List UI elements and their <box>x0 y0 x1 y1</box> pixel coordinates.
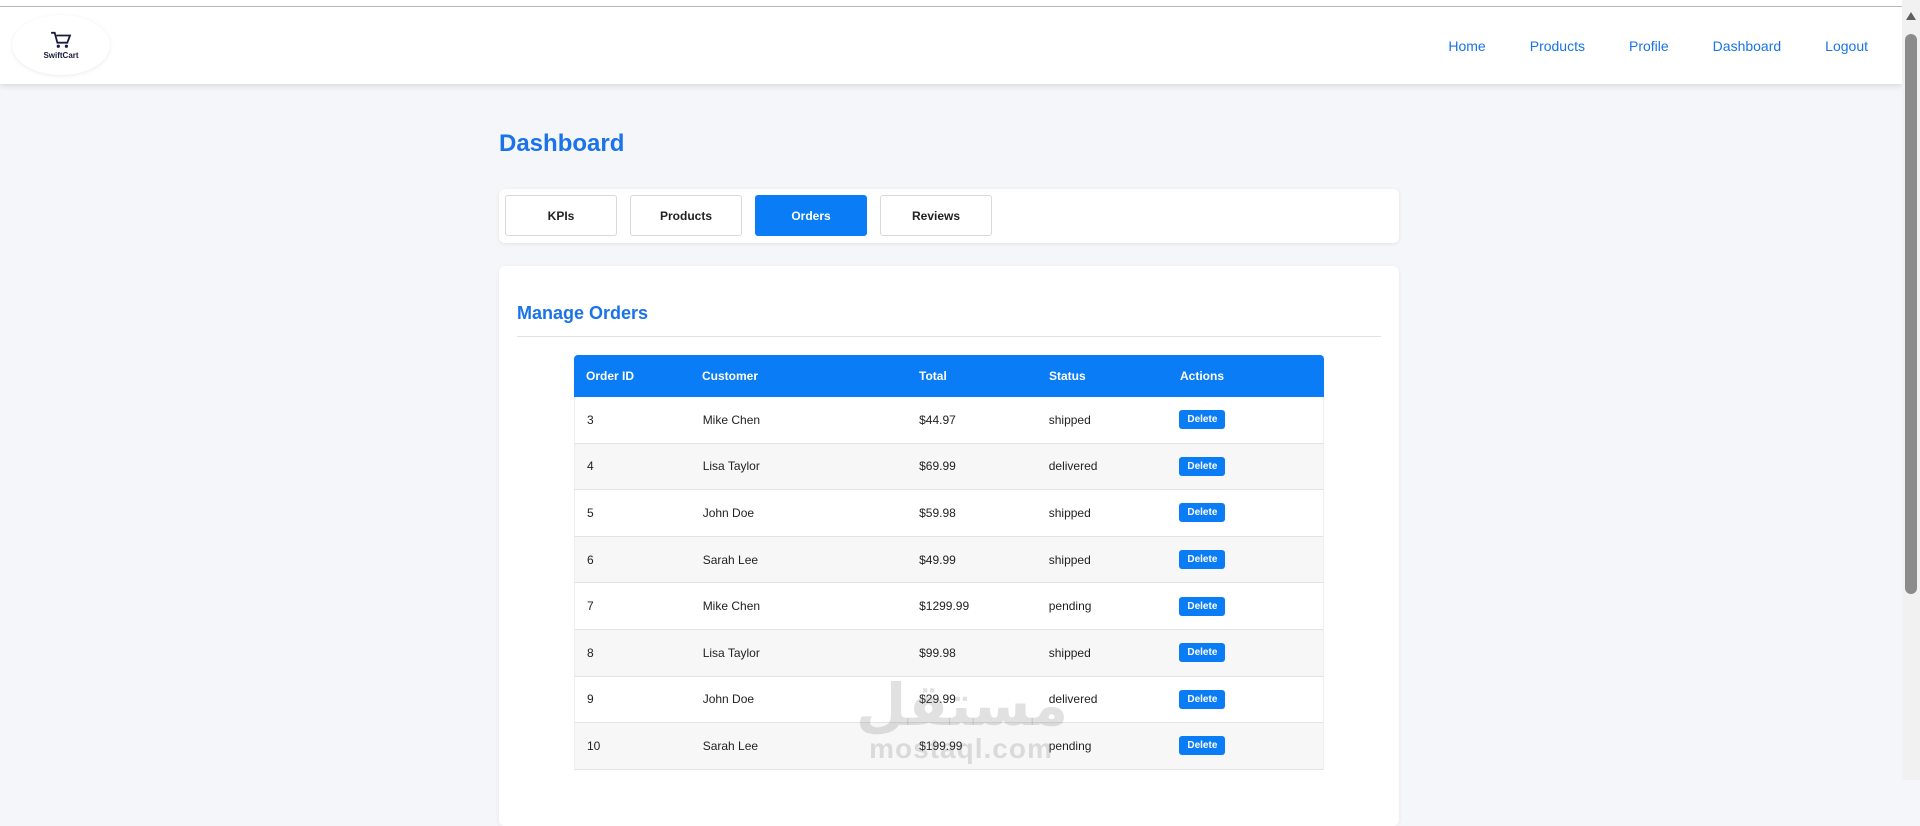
cell-total: $44.97 <box>919 412 956 427</box>
table-row: 5 John Doe $59.98 shipped Delete <box>574 490 1324 537</box>
cell-actions: Delete <box>1179 456 1323 476</box>
cell-total: $1299.99 <box>919 599 970 614</box>
delete-button[interactable]: Delete <box>1179 410 1226 430</box>
cell-status: delivered <box>1048 692 1098 707</box>
cell-actions: Delete <box>1179 503 1323 523</box>
cell-actions: Delete <box>1179 689 1323 709</box>
cell-total: $49.99 <box>919 552 956 567</box>
cell-total: $59.98 <box>919 505 956 520</box>
cell-order-id: 8 <box>587 645 594 660</box>
cell-actions: Delete <box>1179 643 1323 663</box>
delete-button[interactable]: Delete <box>1179 456 1226 476</box>
cell-status: delivered <box>1048 459 1098 474</box>
table-row: 4 Lisa Taylor $69.99 delivered Delete <box>574 443 1324 491</box>
delete-button[interactable]: Delete <box>1179 643 1226 663</box>
nav-link-products[interactable]: Products <box>1530 38 1585 54</box>
cell-customer: John Doe <box>702 505 755 520</box>
delete-button[interactable]: Delete <box>1179 503 1226 523</box>
table-row: 3 Mike Chen $44.97 shipped Delete <box>574 397 1324 444</box>
table-row: 7 Mike Chen $1299.99 pending Delete <box>574 583 1324 630</box>
tab-reviews[interactable]: Reviews <box>880 195 992 236</box>
cell-order-id: 6 <box>587 552 594 567</box>
table-row: 8 Lisa Taylor $99.98 shipped Delete <box>574 629 1324 677</box>
cell-order-id: 4 <box>587 459 594 474</box>
delete-button[interactable]: Delete <box>1179 596 1226 616</box>
cell-total: $29.99 <box>919 692 956 707</box>
delete-button[interactable]: Delete <box>1179 550 1226 570</box>
cell-order-id: 5 <box>587 505 594 520</box>
cell-customer: Mike Chen <box>702 412 761 427</box>
nav-links: Home Products Profile Dashboard Logout <box>1404 7 1868 84</box>
page-scrollbar[interactable] <box>1902 0 1920 780</box>
brand-logo[interactable]: SwiftCart <box>12 15 110 75</box>
cell-actions: Delete <box>1179 736 1323 756</box>
table-row: 6 Sarah Lee $49.99 shipped Delete <box>574 536 1324 584</box>
tab-orders[interactable]: Orders <box>755 195 867 236</box>
cell-customer: Lisa Taylor <box>702 645 760 660</box>
nav-link-home[interactable]: Home <box>1448 38 1485 54</box>
tab-kpis[interactable]: KPIs <box>505 195 617 236</box>
cell-status: shipped <box>1048 505 1091 520</box>
cell-order-id: 9 <box>587 692 594 707</box>
cell-status: shipped <box>1048 552 1091 567</box>
cell-actions: Delete <box>1179 550 1323 570</box>
table-body: 3 Mike Chen $44.97 shipped Delete 4 Lisa Taylo… <box>574 397 1324 770</box>
cell-customer: John Doe <box>702 692 755 707</box>
column-header-order-id: Order ID <box>586 369 635 383</box>
section-title: Manage Orders <box>517 303 649 323</box>
cell-order-id: 10 <box>587 738 601 753</box>
cell-status: shipped <box>1048 645 1091 660</box>
scroll-thumb[interactable] <box>1905 34 1917 594</box>
page-title: Dashboard <box>499 130 625 157</box>
cell-actions: Delete <box>1179 596 1323 616</box>
cell-total: $99.98 <box>919 645 956 660</box>
cell-order-id: 7 <box>587 599 594 614</box>
nav-link-logout[interactable]: Logout <box>1825 38 1868 54</box>
scroll-up-icon[interactable] <box>1906 12 1916 20</box>
tab-products[interactable]: Products <box>630 195 742 236</box>
column-header-customer: Customer <box>702 369 759 383</box>
cell-order-id: 3 <box>587 412 594 427</box>
tabs-bar: KPIs Products Orders Reviews <box>499 189 1399 243</box>
cell-actions: Delete <box>1179 410 1323 430</box>
navbar: SwiftCart Home Products Profile Dashboar… <box>0 7 1902 84</box>
brand-name: SwiftCart <box>43 50 79 60</box>
cell-status: pending <box>1048 599 1092 614</box>
column-header-actions: Actions <box>1180 369 1225 383</box>
nav-link-dashboard[interactable]: Dashboard <box>1713 38 1782 54</box>
cell-total: $69.99 <box>919 459 956 474</box>
delete-button[interactable]: Delete <box>1179 689 1226 709</box>
cell-status: shipped <box>1048 412 1091 427</box>
table-row: 10 Sarah Lee $199.99 pending Delete <box>574 723 1324 770</box>
nav-link-profile[interactable]: Profile <box>1629 38 1669 54</box>
cell-customer: Lisa Taylor <box>702 459 760 474</box>
manage-orders-card: Manage Orders Order ID Customer Total St… <box>499 266 1399 826</box>
cart-icon <box>51 31 72 48</box>
browser-top-edge <box>0 0 1920 7</box>
table-row: 9 John Doe $29.99 delivered Delete <box>574 676 1324 724</box>
table-header: Order ID Customer Total Status Actions <box>574 355 1324 397</box>
column-header-total: Total <box>919 369 947 383</box>
orders-table: Order ID Customer Total Status Actions 3… <box>574 355 1324 770</box>
cell-customer: Mike Chen <box>702 599 761 614</box>
cell-total: $199.99 <box>919 738 963 753</box>
delete-button[interactable]: Delete <box>1179 736 1226 756</box>
divider <box>517 336 1381 337</box>
cell-customer: Sarah Lee <box>702 738 759 753</box>
column-header-status: Status <box>1049 369 1086 383</box>
cell-customer: Sarah Lee <box>702 552 759 567</box>
cell-status: pending <box>1048 738 1092 753</box>
